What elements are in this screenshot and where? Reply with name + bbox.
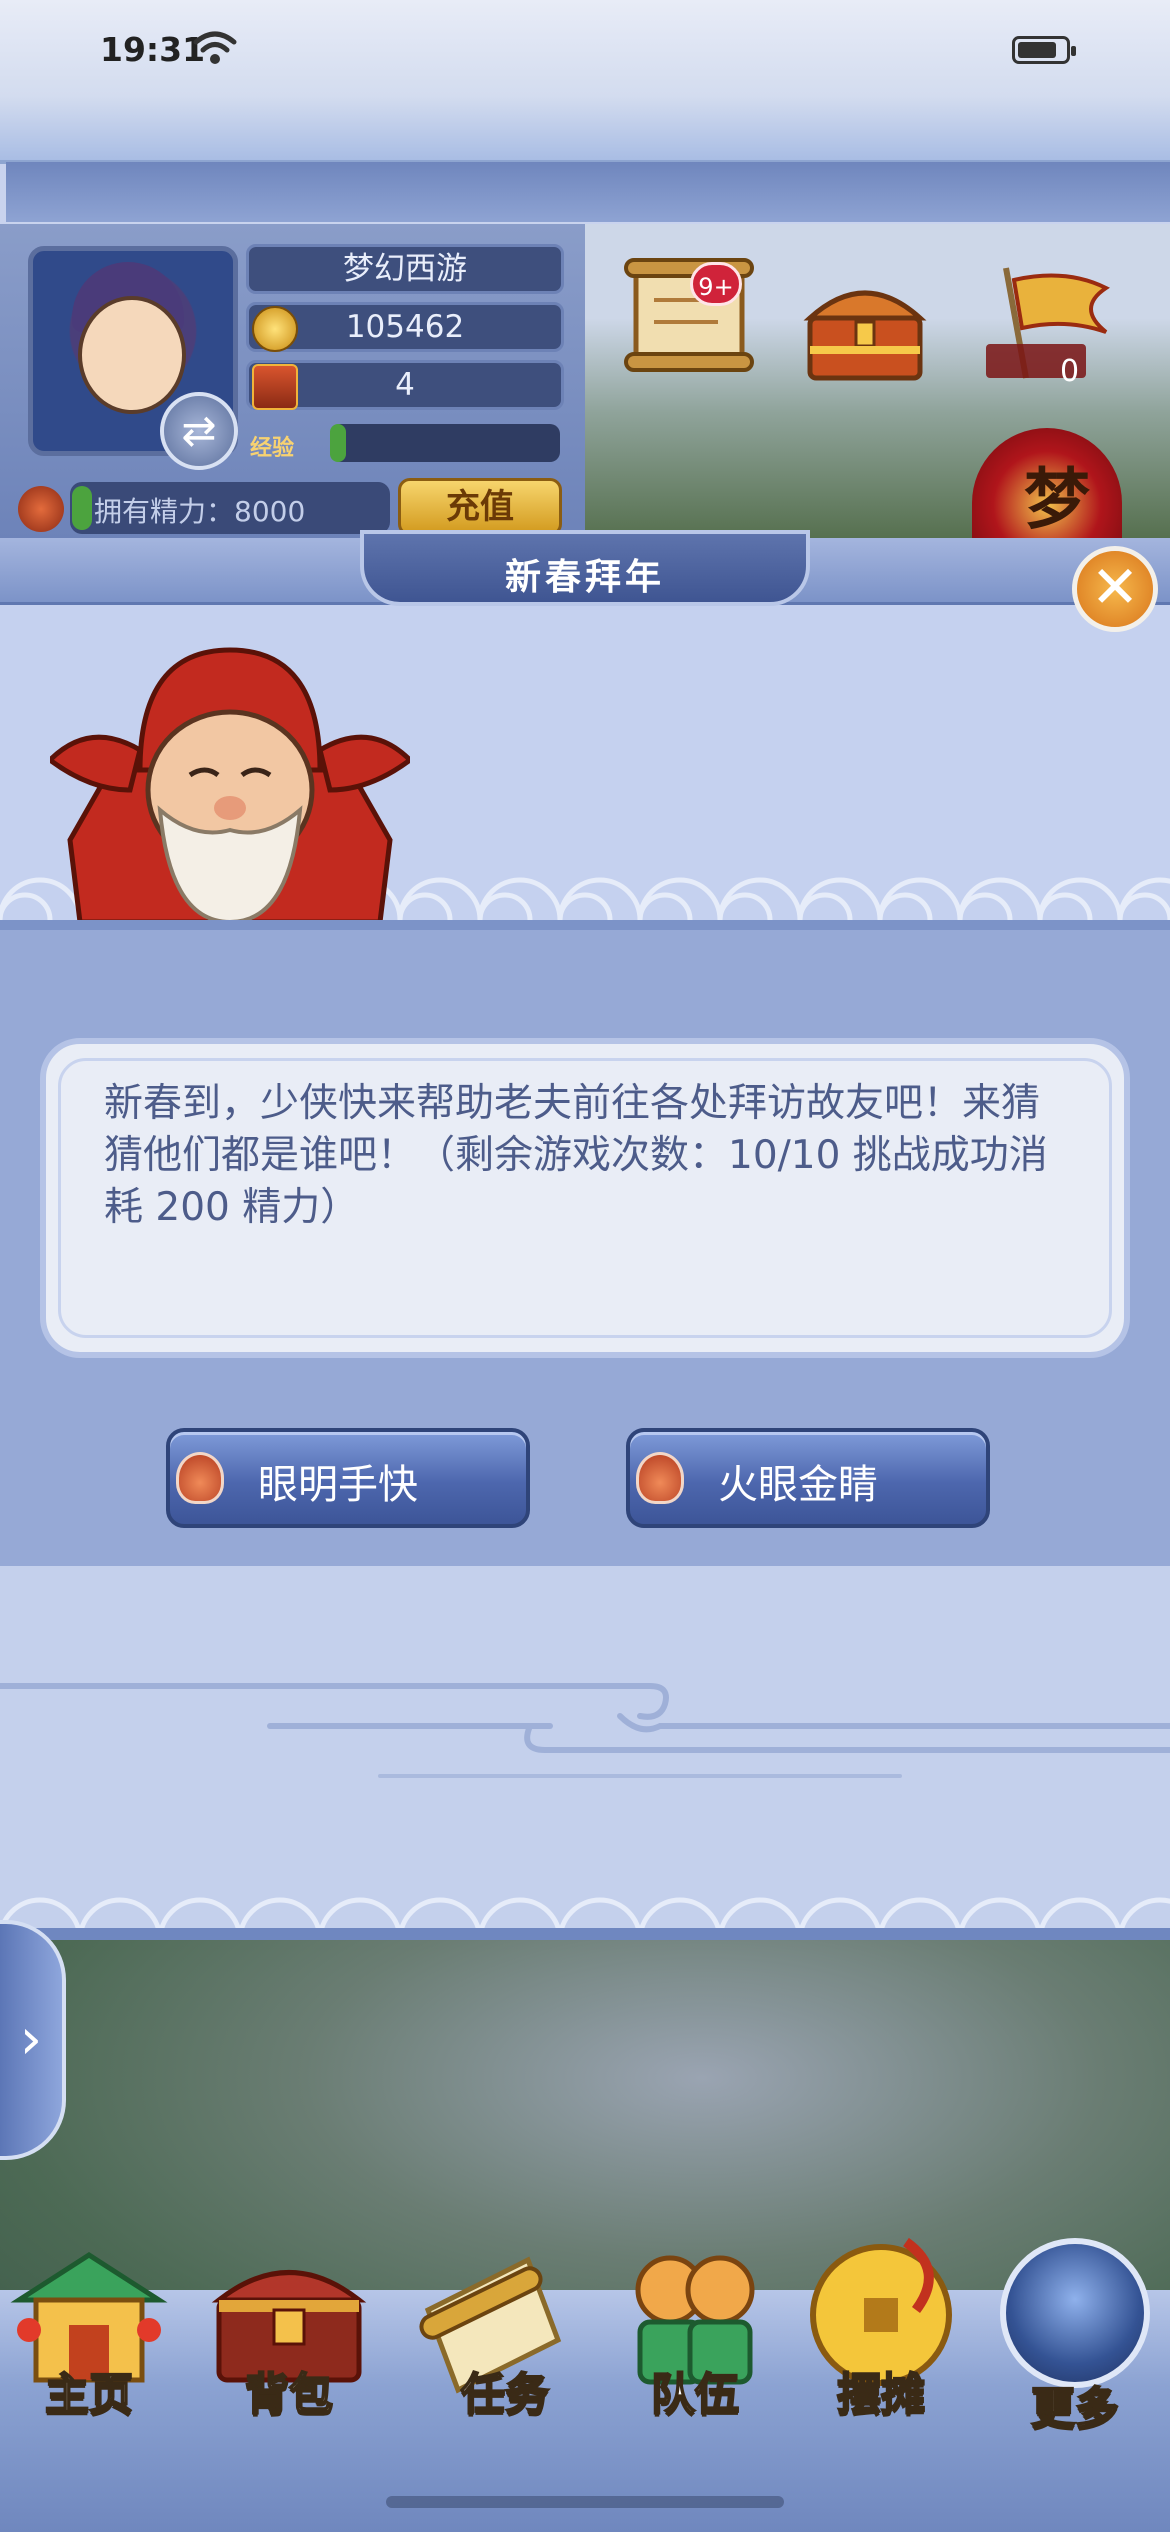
scroll-badge: 9+ bbox=[690, 262, 742, 306]
swap-role-button[interactable]: ⇄ bbox=[160, 392, 238, 470]
close-button[interactable]: ✕ bbox=[1072, 546, 1158, 632]
energy-jar-icon bbox=[18, 486, 64, 532]
nav-stall-label[interactable]: 摆摊 bbox=[796, 2358, 966, 2422]
nav-team-label[interactable]: 队伍 bbox=[610, 2358, 780, 2422]
energy-label: 拥有精力：8000 bbox=[94, 495, 306, 528]
dialog-title: 新春拜年 bbox=[504, 557, 665, 598]
chest-small-icon bbox=[252, 364, 298, 410]
top-band bbox=[6, 162, 1170, 222]
cloud-pattern bbox=[0, 1683, 1170, 1778]
more-orb-icon[interactable] bbox=[1000, 2238, 1150, 2388]
quick-eyes-label[interactable]: 眼明手快 bbox=[258, 1452, 418, 1510]
wifi-icon bbox=[193, 31, 237, 64]
dialog-message: 新春到，少侠快来帮助老夫前往各处拜访故友吧！来猜猜他们都是谁吧！（剩余游戏次数：… bbox=[104, 1081, 1048, 1230]
nav-bag-label[interactable]: 背包 bbox=[204, 2358, 374, 2422]
flag-count: 0 bbox=[1060, 354, 1080, 389]
elder-character-illustration bbox=[50, 647, 410, 922]
status-time: 19:31 bbox=[100, 30, 206, 69]
home-indicator[interactable] bbox=[386, 2496, 784, 2508]
side-expand-tab[interactable]: › bbox=[0, 1920, 66, 2160]
recharge-button[interactable]: 充值 bbox=[398, 478, 562, 536]
status-bar bbox=[0, 0, 1170, 164]
dream-event-char: 梦 bbox=[1024, 461, 1090, 538]
flag-icon[interactable] bbox=[986, 258, 1116, 388]
battery-icon bbox=[1012, 36, 1076, 64]
treasure-chest-icon[interactable] bbox=[800, 268, 930, 386]
exp-bar bbox=[330, 424, 560, 462]
energy-bar-fill bbox=[72, 486, 92, 530]
fire-eyes-label[interactable]: 火眼金睛 bbox=[718, 1452, 878, 1510]
wave-pattern bbox=[0, 1897, 1170, 1940]
avatar-face bbox=[78, 296, 186, 414]
nav-more-label[interactable]: 更多 bbox=[990, 2372, 1160, 2436]
game-name-label: 梦幻西游 bbox=[246, 244, 564, 294]
nav-task-label[interactable]: 任务 bbox=[420, 2358, 590, 2422]
exp-label: 经验 bbox=[250, 436, 295, 461]
scroll-icon[interactable] bbox=[618, 250, 760, 380]
gold-coin-icon bbox=[252, 306, 298, 352]
exp-bar-fill bbox=[330, 424, 346, 462]
nav-home-label[interactable]: 主页 bbox=[4, 2358, 174, 2422]
jar-icon bbox=[176, 1452, 224, 1504]
dialog-bottom-border bbox=[0, 1928, 1170, 1940]
jar-icon bbox=[636, 1452, 684, 1504]
dialog-divider bbox=[0, 920, 1170, 930]
